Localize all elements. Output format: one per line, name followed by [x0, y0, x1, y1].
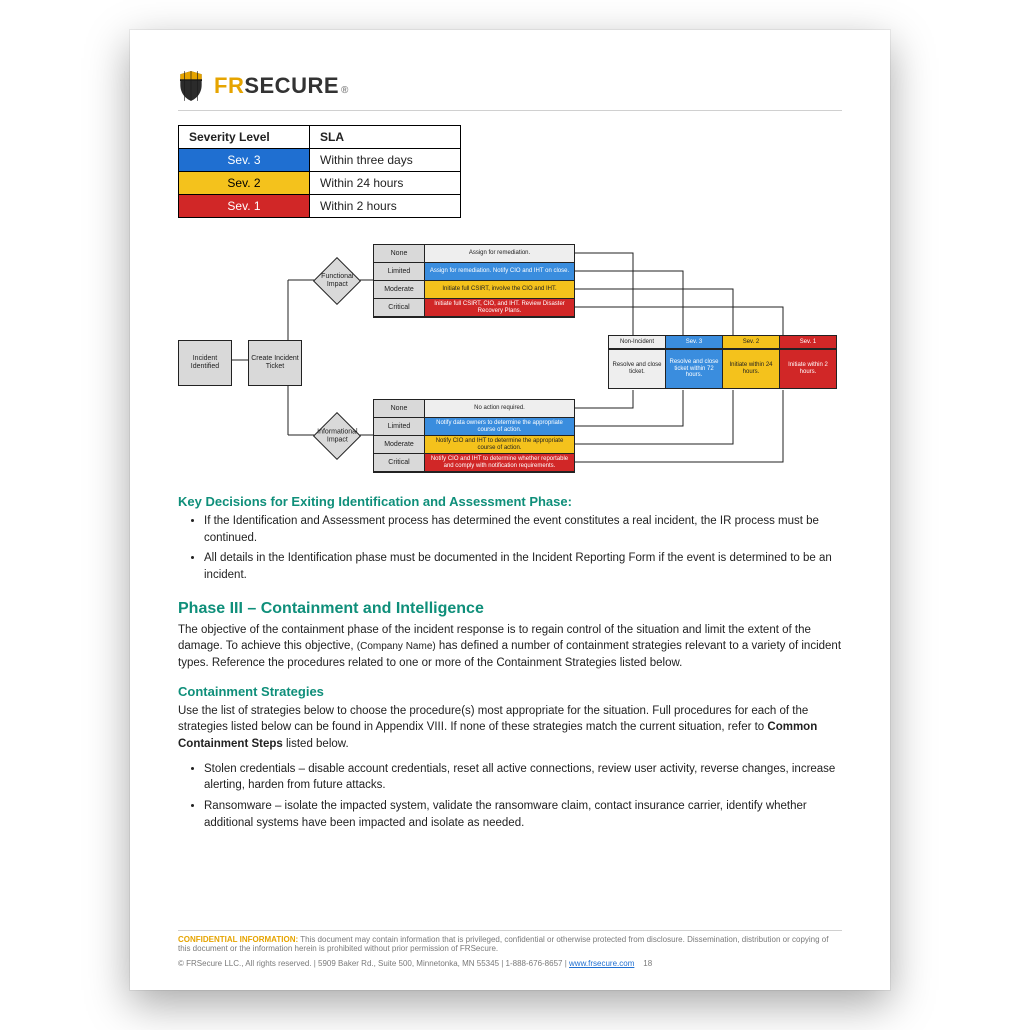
company-placeholder: (Company Name) [357, 641, 436, 652]
sla-level-2: Sev. 2 [179, 172, 310, 195]
sla-level-1: Sev. 1 [179, 195, 310, 218]
containment-item: Ransomware – isolate the impacted system… [204, 798, 842, 831]
phase3-paragraph: The objective of the containment phase o… [178, 622, 842, 672]
sla-time-2: Within 24 hours [310, 172, 461, 195]
sla-time-1: Within 2 hours [310, 195, 461, 218]
containment-paragraph: Use the list of strategies below to choo… [178, 703, 842, 753]
brand-wordmark: FRSECURE® [214, 73, 349, 99]
containment-list: Stolen credentials – disable account cre… [178, 761, 842, 832]
phase3-title: Phase III – Containment and Intelligence [178, 600, 842, 618]
sla-row-sev2: Sev. 2 Within 24 hours [179, 172, 461, 195]
functional-matrix: NoneAssign for remediation. LimitedAssig… [373, 244, 575, 318]
flow-diagram: Incident Identified Create Incident Tick… [178, 240, 838, 480]
page-footer: CONFIDENTIAL INFORMATION: This document … [178, 926, 842, 968]
sla-time-3: Within three days [310, 149, 461, 172]
shield-icon [178, 70, 204, 102]
flow-incident-identified: Incident Identified [178, 340, 232, 386]
key-decisions-title: Key Decisions for Exiting Identification… [178, 494, 842, 509]
flow-create-ticket: Create Incident Ticket [248, 340, 302, 386]
containment-title: Containment Strategies [178, 684, 842, 699]
sla-row-sev3: Sev. 3 Within three days [179, 149, 461, 172]
page-number: 18 [643, 959, 652, 968]
key-decision-item: If the Identification and Assessment pro… [204, 513, 842, 546]
document-page: FRSECURE® Severity Level SLA Sev. 3 With… [130, 30, 890, 990]
brand-header: FRSECURE® [178, 70, 842, 102]
sla-header-level: Severity Level [179, 126, 310, 149]
copyright-line: © FRSecure LLC., All rights reserved. | … [178, 959, 842, 968]
sla-header-row: Severity Level SLA [179, 126, 461, 149]
severity-text: Resolve and close ticket. Resolve and cl… [608, 349, 837, 389]
key-decision-item: All details in the Identification phase … [204, 550, 842, 583]
confidential-notice: CONFIDENTIAL INFORMATION: This document … [178, 935, 842, 953]
key-decisions-list: If the Identification and Assessment pro… [178, 513, 842, 584]
informational-matrix: NoneNo action required. LimitedNotify da… [373, 399, 575, 473]
sla-row-sev1: Sev. 1 Within 2 hours [179, 195, 461, 218]
flow-functional-impact: Functional Impact [313, 257, 361, 305]
sla-header-sla: SLA [310, 126, 461, 149]
severity-header: Non-Incident Sev. 3 Sev. 2 Sev. 1 [608, 335, 837, 349]
brand-secure: SECURE [244, 73, 339, 98]
header-divider [178, 110, 842, 111]
sla-level-3: Sev. 3 [179, 149, 310, 172]
sla-table: Severity Level SLA Sev. 3 Within three d… [178, 125, 461, 218]
containment-item: Stolen credentials – disable account cre… [204, 761, 842, 794]
footer-link[interactable]: www.frsecure.com [569, 959, 634, 968]
brand-fr: FR [214, 73, 244, 98]
flow-informational-impact: Informational Impact [313, 412, 361, 460]
brand-registered: ® [341, 85, 349, 96]
